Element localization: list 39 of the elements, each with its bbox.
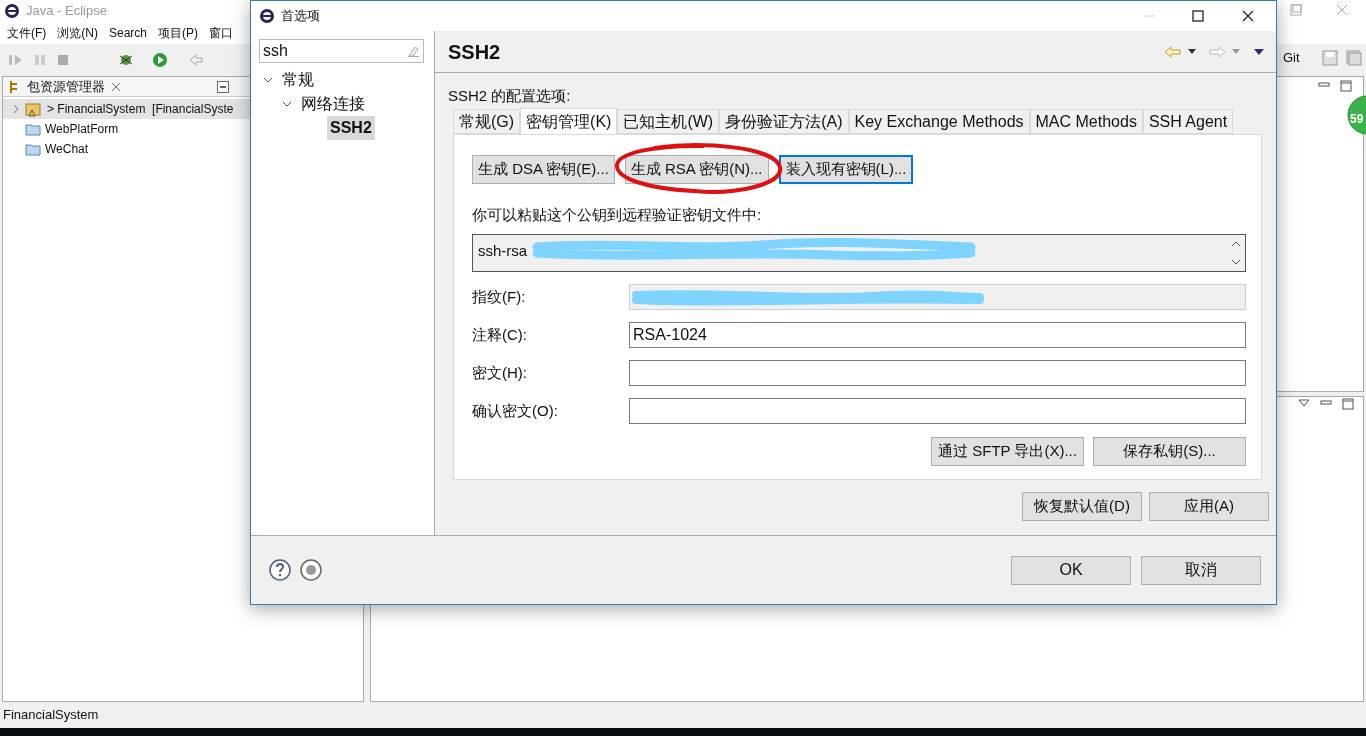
input-field[interactable]: RSA-1024 [629, 322, 1246, 348]
export-button[interactable]: 通过 SFTP 导出(X)... [931, 437, 1084, 466]
key-button[interactable]: 装入现有密钥(L)... [778, 155, 914, 184]
tree-item[interactable]: WeChat [3, 139, 363, 159]
menu-item[interactable]: Search [109, 24, 148, 42]
menu-item[interactable]: 窗口 [209, 24, 234, 42]
field-label: 密文(H): [472, 362, 528, 383]
page-title: SSH2 [448, 39, 501, 65]
menu-item[interactable]: 文件(F) [7, 24, 47, 42]
field-label: 注释(C): [472, 324, 528, 345]
badge-count: 59 [1350, 111, 1364, 128]
tab[interactable]: 身份验证方法(A) [719, 109, 849, 134]
description-text: SSH2 的配置选项: [448, 86, 572, 105]
page-button[interactable]: 应用(A) [1149, 492, 1269, 521]
menu-item[interactable]: 项目(P) [158, 24, 199, 42]
toolbar-label[interactable]: Git [1283, 48, 1300, 68]
key-button[interactable]: 生成 RSA 密钥(N)... [624, 155, 769, 184]
dialog-button[interactable]: 取消 [1141, 555, 1261, 585]
filter-field[interactable]: ssh [259, 39, 424, 63]
tree-item[interactable]: SSH2 [327, 116, 375, 140]
dialog-button[interactable]: OK [1011, 555, 1131, 585]
menu-item[interactable]: 浏览(N) [57, 24, 98, 42]
tab[interactable]: SSH Agent [1142, 109, 1234, 134]
field-label: 指纹(F): [472, 286, 527, 307]
tab[interactable]: MAC Methods [1029, 109, 1143, 134]
public-key-label: 你可以粘贴这个公钥到远程验证密钥文件中: [472, 205, 763, 224]
field-label: 确认密文(O): [472, 400, 559, 421]
status-bar-text: FinancialSystem [3, 706, 99, 725]
key-button[interactable]: 生成 DSA 密钥(E)... [472, 155, 615, 184]
page-button[interactable]: 恢复默认值(D) [1022, 492, 1142, 521]
export-button[interactable]: 保存私钥(S)... [1093, 437, 1246, 466]
public-key-field[interactable]: ssh-rsa [472, 234, 1246, 272]
tab[interactable]: 常规(G) [453, 109, 521, 134]
tab[interactable]: 已知主机(W) [617, 109, 720, 134]
window-title: Java - Eclipse [26, 2, 107, 21]
tree-item[interactable]: 常规 [279, 68, 317, 92]
tab[interactable]: 密钥管理(K) [520, 108, 618, 135]
dialog-title: 首选项 [281, 7, 320, 26]
tab[interactable]: Key Exchange Methods [848, 109, 1030, 134]
